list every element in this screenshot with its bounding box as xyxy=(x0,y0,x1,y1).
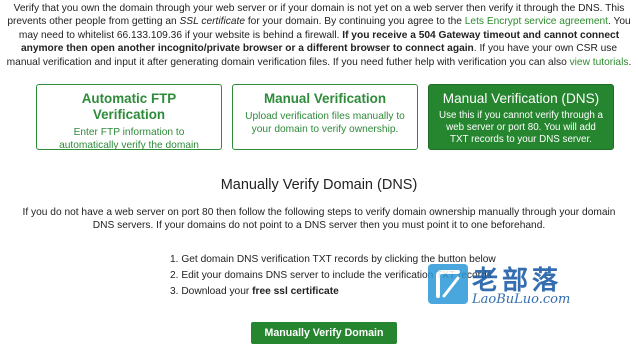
card-description: Use this if you cannot verify through a … xyxy=(439,110,603,145)
page-heading: Manually Verify Domain (DNS) xyxy=(220,177,418,193)
card-title: Manual Verification (DNS) xyxy=(442,91,600,106)
view-tutorials-link[interactable]: view tutorials xyxy=(570,57,629,68)
ssl-certificate-text: SSL certificate xyxy=(179,16,246,28)
manually-verify-domain-button[interactable]: Manually Verify Domain xyxy=(251,322,397,344)
watermark-logo-icon xyxy=(428,264,468,304)
card-title: Manual Verification xyxy=(263,91,387,106)
manual-verification-card[interactable]: Manual Verification Upload verification … xyxy=(232,84,418,150)
lets-encrypt-agreement-link[interactable]: Lets Encrypt service agreement xyxy=(465,16,608,27)
card-description: Upload verification files manually to yo… xyxy=(245,111,405,135)
watermark-en-text: LaoBuLuo.com xyxy=(472,292,571,307)
card-description: Enter FTP information to automatically v… xyxy=(59,127,199,151)
intro-text: Verify that you own the domain through y… xyxy=(6,3,632,68)
manual-dns-verification-card[interactable]: Manual Verification (DNS) Use this if yo… xyxy=(428,84,614,150)
automatic-ftp-verification-card[interactable]: Automatic FTP Verification Enter FTP inf… xyxy=(36,84,222,151)
card-title: Automatic FTP Verification xyxy=(81,91,177,122)
dns-instructions-paragraph: If you do not have a web server on port … xyxy=(22,207,616,231)
watermark: 老部落 LaoBuLuo.com xyxy=(428,262,638,310)
